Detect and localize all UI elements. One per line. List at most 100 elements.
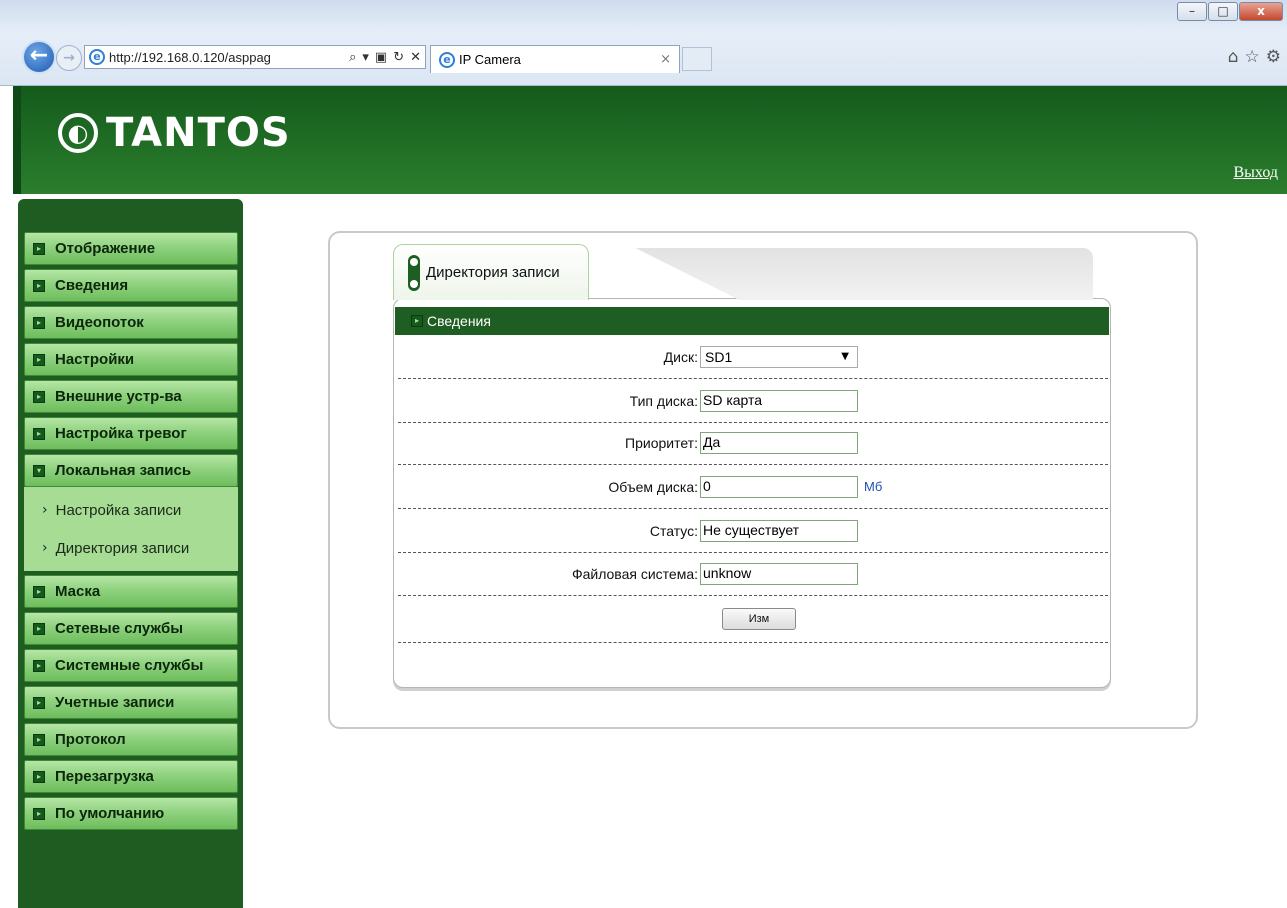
sidebar-item-accounts[interactable]: ▸ Учетные записи	[24, 686, 238, 719]
filesystem-row: Файловая система: unknow	[398, 552, 1108, 596]
tab-title: IP Camera	[459, 52, 521, 67]
sidebar-item-label: Внешние устр-ва	[55, 388, 182, 405]
maximize-button[interactable]: □	[1208, 2, 1238, 21]
ie-page-icon: e	[89, 49, 105, 65]
section-header: ▸ Сведения	[395, 307, 1109, 335]
sidebar-item-videostream[interactable]: ▸ Видеопоток	[24, 306, 238, 339]
minimize-button[interactable]: –	[1177, 2, 1207, 21]
sidebar-item-system-services[interactable]: ▸ Системные службы	[24, 649, 238, 682]
bullet-icon: ▸	[33, 696, 45, 709]
forward-icon[interactable]: →	[56, 45, 82, 71]
sidebar-item-label: Сетевые службы	[55, 620, 184, 637]
status-row: Статус: Не существует	[398, 509, 1108, 553]
sidebar-item-reboot[interactable]: ▸ Перезагрузка	[24, 760, 238, 793]
bullet-icon: ▸	[33, 622, 45, 635]
tab-background	[635, 248, 1093, 300]
bullet-icon: ▸	[33, 427, 45, 440]
sidebar-item-label: Маска	[55, 583, 101, 600]
panel-tabs: Директория записи	[393, 244, 1111, 300]
sidebar-item-info[interactable]: ▸ Сведения	[24, 269, 238, 302]
tab-indicator-icon	[408, 254, 420, 291]
sidebar-item-mask[interactable]: ▸ Маска	[24, 575, 238, 608]
disk-row: Диск: SD1 ▼	[398, 335, 1108, 379]
sidebar-subitem-record-directory[interactable]: › Директория записи	[24, 529, 238, 567]
sidebar-subitem-label: Настройка записи	[55, 501, 182, 519]
bullet-icon: ▸	[33, 585, 45, 598]
logout-link[interactable]: Выход	[1234, 164, 1279, 182]
sidebar: ▸ Отображение ▸ Сведения ▸ Видеопоток ▸ Наст…	[18, 199, 243, 908]
compatibility-icon[interactable]: ▣	[375, 50, 387, 65]
bullet-icon: ▸	[33, 242, 45, 255]
filesystem-label: Файловая система:	[571, 565, 698, 582]
sidebar-subitem-record-settings[interactable]: › Настройка записи	[24, 491, 238, 529]
tab-close-icon[interactable]: ×	[660, 52, 671, 67]
sidebar-item-alarm-settings[interactable]: ▸ Настройка тревог	[24, 417, 238, 450]
disk-label: Диск:	[663, 348, 698, 365]
tab-record-directory[interactable]: Директория записи	[393, 244, 589, 300]
chevron-right-icon: ›	[42, 502, 48, 518]
status-field[interactable]: Не существует	[700, 519, 858, 542]
sidebar-item-label: Учетные записи	[55, 694, 175, 711]
browser-chrome: – □ x ← → e http://192.168.0.120/asppag …	[0, 0, 1287, 86]
sidebar-item-defaults[interactable]: ▸ По умолчанию	[24, 797, 238, 830]
disk-size-unit: Мб	[864, 479, 883, 494]
sidebar-item-network-services[interactable]: ▸ Сетевые службы	[24, 612, 238, 645]
refresh-icon[interactable]: ↻	[393, 50, 404, 65]
bullet-icon: ▸	[33, 770, 45, 783]
sidebar-item-label: Настройка тревог	[55, 425, 187, 442]
sidebar-submenu: › Настройка записи › Директория записи	[24, 487, 238, 571]
browser-tab[interactable]: e IP Camera ×	[430, 45, 680, 73]
ie-tab-icon: e	[439, 51, 455, 68]
logo-text: TANTOS	[106, 110, 291, 156]
search-icon[interactable]: ⌕	[349, 50, 356, 65]
new-tab-button[interactable]	[682, 47, 712, 71]
sidebar-item-local-recording[interactable]: ▾ Локальная запись	[24, 454, 238, 487]
close-window-button[interactable]: x	[1239, 2, 1283, 21]
disk-size-label: Объем диска:	[608, 478, 698, 495]
bullet-icon: ▾	[33, 464, 45, 477]
status-label: Статус:	[649, 522, 698, 539]
favorites-icon[interactable]: ☆	[1245, 47, 1260, 67]
disk-select-value: SD1	[705, 348, 733, 365]
sidebar-item-label: Сведения	[55, 277, 129, 294]
tab-label: Директория записи	[426, 264, 560, 281]
change-button[interactable]: Изм	[722, 608, 796, 630]
sidebar-item-display[interactable]: ▸ Отображение	[24, 232, 238, 265]
stop-icon[interactable]: ✕	[410, 50, 421, 65]
sidebar-item-label: Настройки	[55, 351, 135, 368]
disk-type-field[interactable]: SD карта	[700, 389, 858, 412]
bullet-icon: ▸	[33, 316, 45, 329]
priority-label: Приоритет:	[625, 434, 698, 451]
address-text[interactable]: http://192.168.0.120/asppag	[109, 50, 345, 65]
sidebar-item-label: Отображение	[55, 240, 156, 257]
dropdown-icon[interactable]: ▾	[362, 50, 369, 65]
priority-row: Приоритет: Да	[398, 421, 1108, 465]
sidebar-menu: ▸ Отображение ▸ Сведения ▸ Видеопоток ▸ Наст…	[24, 232, 238, 834]
logo-icon: ◐	[58, 113, 98, 153]
home-icon[interactable]: ⌂	[1228, 47, 1239, 67]
bullet-icon: ▸	[33, 733, 45, 746]
disk-select[interactable]: SD1 ▼	[700, 345, 858, 368]
back-icon[interactable]: ←	[22, 40, 56, 74]
bullet-icon: ▸	[33, 390, 45, 403]
filesystem-field[interactable]: unknow	[700, 562, 858, 585]
disk-size-field[interactable]: 0	[700, 475, 858, 498]
window-controls: – □ x	[1176, 2, 1283, 21]
address-bar[interactable]: e http://192.168.0.120/asppag ⌕ ▾ ▣ ↻ ✕	[84, 45, 426, 69]
priority-field[interactable]: Да	[700, 431, 858, 454]
bullet-icon: ▸	[33, 807, 45, 820]
address-tools: ⌕ ▾ ▣ ↻ ✕	[349, 50, 421, 65]
bullet-icon: ▸	[33, 279, 45, 292]
sidebar-item-label: Перезагрузка	[55, 768, 154, 785]
sidebar-item-settings[interactable]: ▸ Настройки	[24, 343, 238, 376]
sidebar-item-protocol[interactable]: ▸ Протокол	[24, 723, 238, 756]
sidebar-item-external-devices[interactable]: ▸ Внешние устр-ва	[24, 380, 238, 413]
sidebar-item-label: Системные службы	[55, 657, 204, 674]
sidebar-item-label: Протокол	[55, 731, 126, 748]
page-header: ◐ TANTOS Выход	[13, 86, 1287, 194]
logo: ◐ TANTOS	[58, 110, 291, 156]
chevron-right-icon: ›	[42, 540, 48, 556]
browser-toolbar-right: ⌂ ☆ ⚙	[1228, 47, 1281, 67]
gear-icon[interactable]: ⚙	[1266, 47, 1281, 67]
divider	[398, 642, 1108, 643]
